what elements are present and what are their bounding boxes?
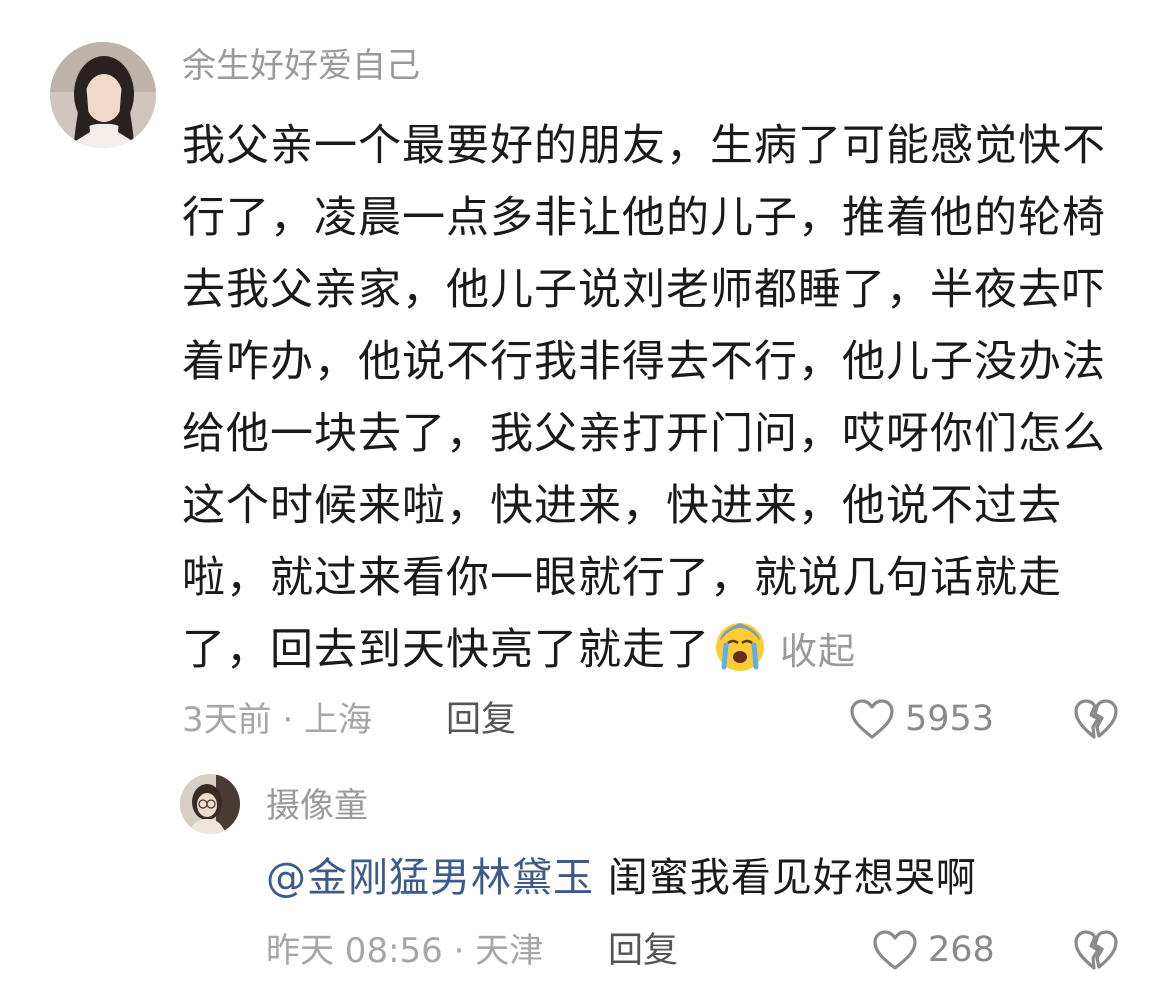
avatar-image xyxy=(50,42,156,148)
reply-avatar-image xyxy=(180,774,240,834)
reply-like-button[interactable]: 268 xyxy=(872,929,995,971)
comment-time-location: 3天前 · 上海 xyxy=(182,700,373,740)
comment-thread: 余生好好爱自己 我父亲一个最要好的朋友，生病了可能感觉快不 行了，凌晨一点多非让… xyxy=(0,0,1170,993)
mention-link[interactable]: @金刚猛男林黛玉 xyxy=(266,855,594,901)
heart-icon xyxy=(850,699,894,739)
reply-message: 闺蜜我看见好想哭啊 xyxy=(594,855,977,901)
reply-like-count: 268 xyxy=(928,930,995,970)
reply-reply-button[interactable]: 回复 xyxy=(608,931,678,971)
collapse-button[interactable]: 收起 xyxy=(780,630,856,673)
comment-line: 这个时候来啦，快进来，快进来，他说不过去 xyxy=(182,481,1062,531)
comment-text: 我父亲一个最要好的朋友，生病了可能感觉快不 行了，凌晨一点多非让他的儿子，推着他… xyxy=(182,110,1112,686)
comment-line: 着咋办，他说不行我非得去不行，他儿子没办法 xyxy=(182,337,1106,387)
reply-username[interactable]: 摄像童 xyxy=(266,786,368,826)
reply-avatar[interactable] xyxy=(180,774,240,834)
comment-line: 了，回去到天快亮了就走了 xyxy=(182,625,710,675)
reply-time-location: 昨天 08:56 · 天津 xyxy=(266,931,544,971)
like-count: 5953 xyxy=(905,699,995,739)
reply-dislike-button[interactable] xyxy=(1073,928,1119,972)
comment-username[interactable]: 余生好好爱自己 xyxy=(182,46,420,86)
reply-button[interactable]: 回复 xyxy=(446,700,516,740)
comment-line: 给他一块去了，我父亲打开门问，哎呀你们怎么 xyxy=(182,409,1106,459)
comment-line: 啦，就过来看你一眼就行了，就说几句话就走 xyxy=(182,553,1062,603)
broken-heart-icon xyxy=(1074,930,1118,970)
broken-heart-icon xyxy=(1074,699,1118,739)
avatar[interactable] xyxy=(50,42,156,148)
crying-face-icon xyxy=(716,623,764,671)
comment-line: 行了，凌晨一点多非让他的儿子，推着他的轮椅 xyxy=(182,193,1106,243)
comment-line: 我父亲一个最要好的朋友，生病了可能感觉快不 xyxy=(182,121,1106,171)
comment-line: 去我父亲家，他儿子说刘老师都睡了，半夜去吓 xyxy=(182,265,1106,315)
like-button[interactable]: 5953 xyxy=(849,698,994,740)
heart-icon xyxy=(873,930,917,970)
comment-last-line: 了，回去到天快亮了就走了 收起 xyxy=(182,614,1112,686)
dislike-button[interactable] xyxy=(1073,697,1119,741)
reply-text: @金刚猛男林黛玉 闺蜜我看见好想哭啊 xyxy=(266,850,977,906)
